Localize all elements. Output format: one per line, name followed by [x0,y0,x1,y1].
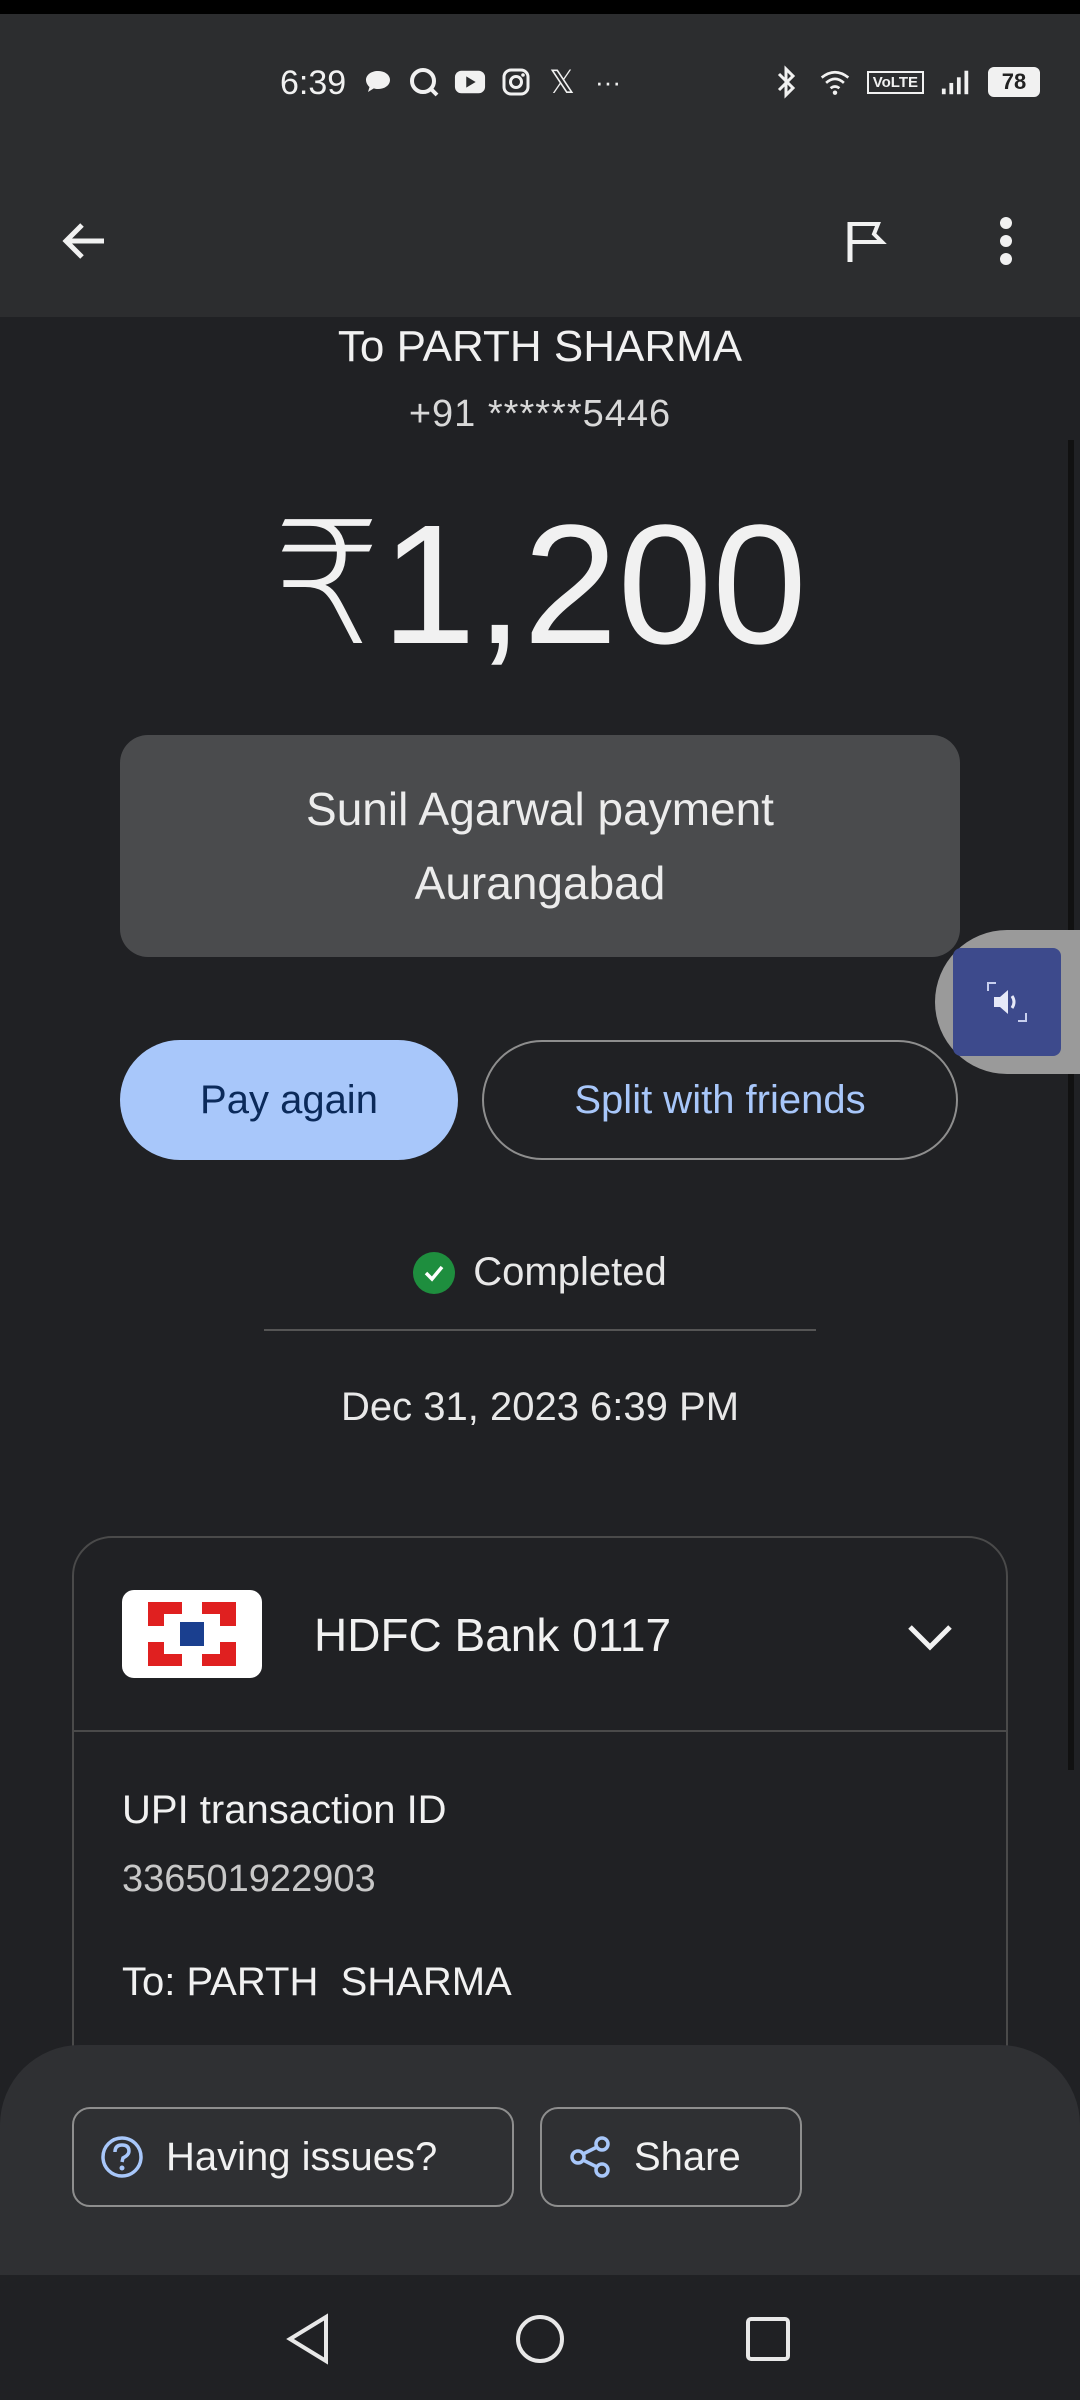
bluetooth-icon [771,65,803,99]
status-bar-edge [0,0,1080,14]
share-icon [570,2136,610,2178]
bank-details-card: HDFC Bank 0117 UPI transaction ID 336501… [72,1536,1008,2096]
speaker-icon [953,948,1061,1056]
chevron-down-icon [908,1625,952,1651]
amount: ₹1,200 [273,490,807,680]
nav-back-button[interactable] [272,2303,344,2375]
arrow-left-icon [62,223,104,259]
bank-account-row[interactable]: HDFC Bank 0117 [74,1538,1006,1732]
more-vert-icon [1000,217,1012,265]
hdfc-bank-logo-icon [122,1590,262,1678]
status-text: Completed [473,1250,667,1294]
overflow-dots-icon: ··· [595,66,621,97]
status-bar: 6:39 𝕏 ··· VoLTE 78 [0,0,1080,175]
volte-badge: VoLTE [866,70,924,94]
having-issues-label: Having issues? [166,2134,438,2179]
x-icon: 𝕏 [549,64,575,100]
split-with-friends-button[interactable]: Split with friends [482,1040,958,1160]
system-icons: VoLTE 78 [771,65,1040,99]
back-button[interactable] [48,205,120,277]
screen: 6:39 𝕏 ··· VoLTE 78 To PARTH SHARMA +91 … [0,0,1080,2400]
instagram-icon [500,66,532,98]
recipient-phone: +91 ******5446 [408,393,672,435]
report-flag-button[interactable] [830,205,902,277]
square-recents-icon [746,2317,790,2361]
more-options-button[interactable] [970,205,1042,277]
signal-icon [940,66,972,98]
pay-again-button[interactable]: Pay again [120,1040,458,1160]
circle-home-icon [516,2315,564,2363]
nav-home-button[interactable] [504,2303,576,2375]
share-button[interactable]: Share [540,2107,802,2207]
floating-audio-bubble[interactable] [935,930,1080,1074]
upi-transaction-id-label: UPI transaction ID [122,1788,447,1832]
notification-icons: 𝕏 ··· [362,64,624,100]
expand-chevron-button[interactable] [894,1600,966,1672]
battery-icon: 78 [988,67,1040,97]
youtube-icon [454,66,486,98]
flag-icon [847,222,887,262]
status-time: 6:39 [280,64,347,102]
bank-name: HDFC Bank 0117 [314,1609,672,1661]
nav-recents-button[interactable] [732,2303,804,2375]
help-circle-icon [101,2136,143,2178]
upi-transaction-id: 336501922903 [122,1858,376,1900]
system-nav-bar [0,2275,1080,2400]
check-circle-icon [413,1251,456,1294]
app-bar [0,175,1080,317]
divider [264,1329,816,1331]
note-line-1: Sunil Agarwal payment [306,783,774,835]
search-q-icon [408,66,440,98]
recipient-name: To PARTH SHARMA [337,322,743,371]
share-label: Share [634,2134,741,2179]
note-line-2: Aurangabad [414,857,666,909]
to-recipient-label: To: PARTH SHARMA [122,1960,512,2004]
chat-bubble-icon [362,66,394,98]
triangle-back-icon [286,2313,328,2365]
transaction-datetime: Dec 31, 2023 6:39 PM [340,1385,740,1429]
payment-status: Completed [0,1250,1080,1295]
payment-note: Sunil Agarwal payment Aurangabad [120,735,960,957]
having-issues-button[interactable]: Having issues? [72,2107,514,2207]
wifi-icon [819,66,851,98]
